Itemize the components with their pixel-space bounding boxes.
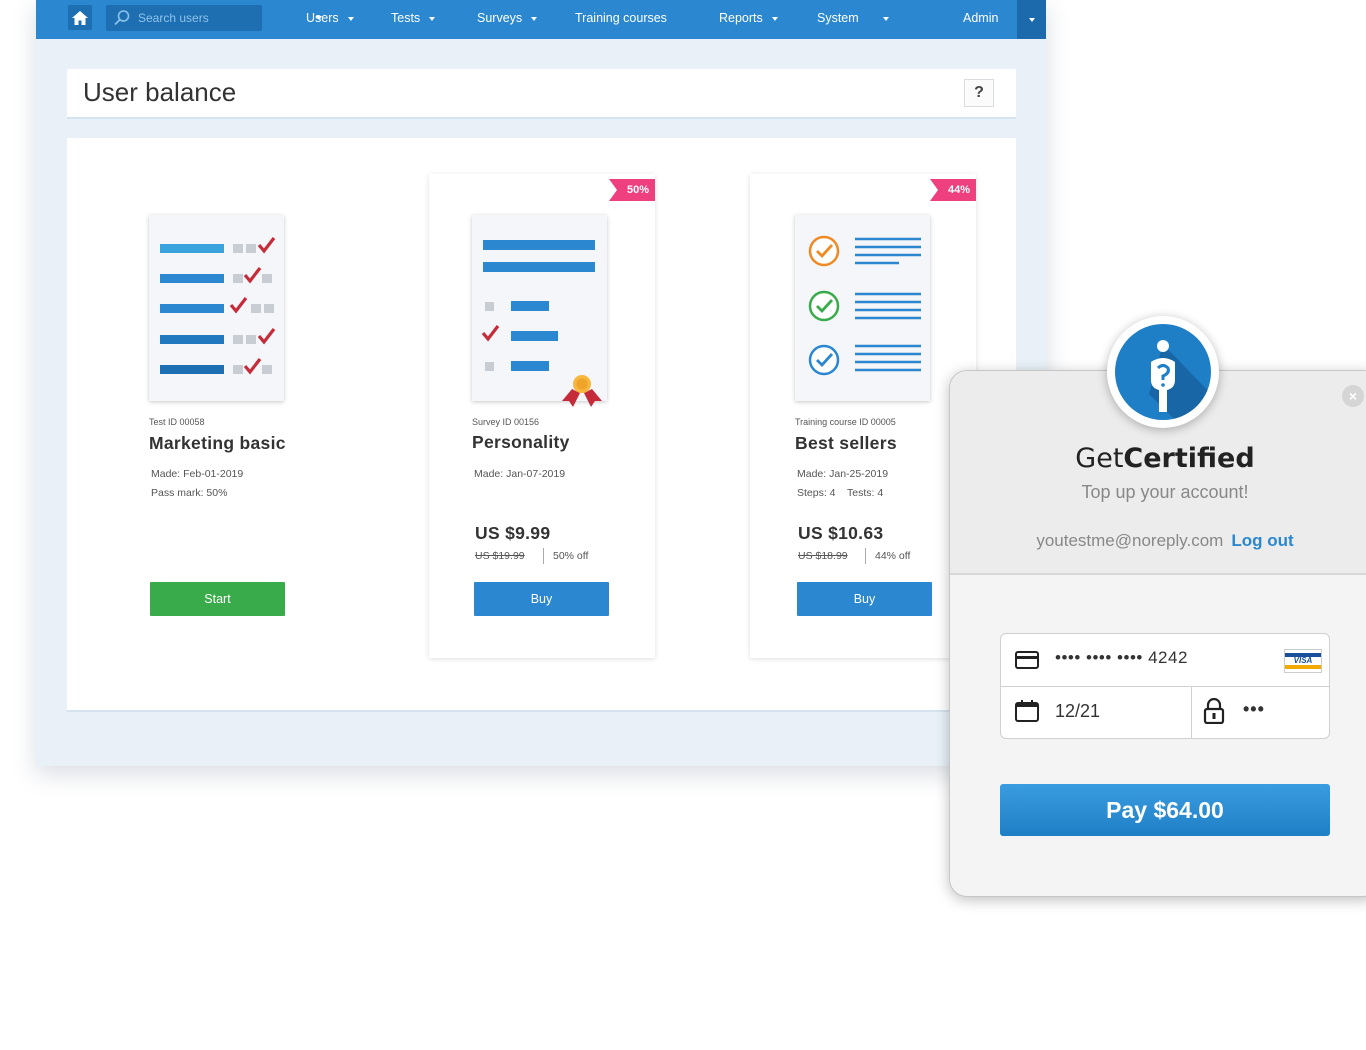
buy-button[interactable]: Buy [797,582,932,616]
nav-surveys-label: Surveys [477,11,523,25]
close-button[interactable]: × [1342,385,1364,407]
page-header: User balance ? [67,69,1016,119]
card-id-label: Survey ID 00156 [472,417,540,427]
logo-badge [1115,324,1211,420]
home-icon [72,10,88,25]
cvc-field[interactable]: ••• [1243,699,1265,720]
card-title: Marketing basic [149,433,286,453]
search-users-box [106,5,322,31]
chevron-down-icon [1028,17,1035,22]
nav-tests-label: Tests [391,11,421,25]
credit-card-icon [1015,651,1039,669]
app-window: Users Tests Surveys Training courses Rep… [36,0,1046,766]
card-brand-label: VISA [1293,656,1313,665]
card-old-price: US $19.99 [475,550,525,562]
nav-system[interactable]: System [817,0,889,39]
card-old-price: US $18.99 [798,550,848,562]
chevron-down-icon [531,16,538,21]
page-title: User balance [83,77,237,107]
visa-card-icon: VISA [1284,649,1322,673]
test-illustration [149,215,284,401]
checkmark-icon [229,237,276,375]
balance-content: Test ID 00058 Marketing basic Made: Feb-… [67,138,1016,712]
payment-popup: × GetCertified Top up your account! yout… [949,370,1366,897]
brand-name: GetCertified [950,443,1366,474]
nav-reports-label: Reports [719,11,763,25]
card-number-value: •••• •••• •••• 4242 [1055,648,1188,667]
expiry-field[interactable]: 12/21 [1055,701,1100,722]
course-illustration [795,215,930,401]
price-divider [865,548,866,564]
nav-surveys[interactable]: Surveys [477,0,538,39]
chevron-down-icon [882,16,889,21]
nav-users-label: Users [306,11,339,25]
pay-button[interactable]: Pay $64.00 [1000,784,1330,836]
calendar-icon [1015,700,1039,722]
search-icon [114,10,130,26]
start-button[interactable]: Start [150,582,285,616]
card-id-label: Training course ID 00005 [795,417,896,427]
nav-training-courses-label: Training courses [575,11,667,25]
survey-illustration [472,215,607,407]
buy-button[interactable]: Buy [474,582,609,616]
help-button[interactable]: ? [964,79,994,107]
brand-light: Get [1075,443,1124,474]
payment-tagline: Top up your account! [1081,482,1249,502]
lock-icon [1203,698,1225,724]
brand-bold: Certified [1123,443,1255,474]
card-title: Best sellers [795,433,897,453]
field-divider [1191,686,1192,738]
card-title: Personality [472,432,570,452]
nav-reports[interactable]: Reports [719,0,778,39]
top-navbar: Users Tests Surveys Training courses Rep… [36,0,1046,39]
chevron-down-icon [429,16,436,21]
account-line: youtestme@noreply.com Log out [950,531,1366,551]
logout-link[interactable]: Log out [1231,531,1293,550]
nav-training-courses[interactable]: Training courses [575,0,667,39]
card-id-label: Test ID 00058 [149,417,205,427]
card-discount: 44% off [875,550,911,562]
admin-dropdown-button[interactable] [1017,0,1046,39]
nav-users[interactable]: Users [306,0,354,39]
search-users-input[interactable] [138,9,248,27]
chevron-down-icon [771,16,778,21]
person-question-icon [1149,340,1211,420]
card-made-date: Made: Jan-25-2019 [797,468,889,480]
card-price: US $10.63 [798,523,884,543]
nav-admin[interactable]: Admin [963,0,998,39]
home-button[interactable] [68,5,92,30]
nav-system-label: System [817,11,859,25]
nav-tests[interactable]: Tests [391,0,436,39]
card-discount: 50% off [553,550,589,562]
account-email: youtestme@noreply.com [1036,531,1224,550]
nav-admin-label: Admin [963,11,999,25]
checklist-icon [808,235,921,376]
card-made-date: Made: Feb-01-2019 [151,468,244,480]
price-divider [543,548,544,564]
card-steps-tests: Steps: 4 Tests: 4 [797,487,884,499]
getcertified-logo [1107,316,1219,428]
card-number-field[interactable]: •••• •••• •••• 4242 VISA [1001,634,1329,687]
card-price: US $9.99 [475,523,551,543]
card-made-date: Made: Jan-07-2019 [474,468,566,480]
chevron-down-icon [347,16,354,21]
award-ribbon-icon [562,375,602,407]
card-pass-mark: Pass mark: 50% [151,487,228,499]
card-details-form: •••• •••• •••• 4242 VISA 12/21 ••• [1000,633,1330,739]
